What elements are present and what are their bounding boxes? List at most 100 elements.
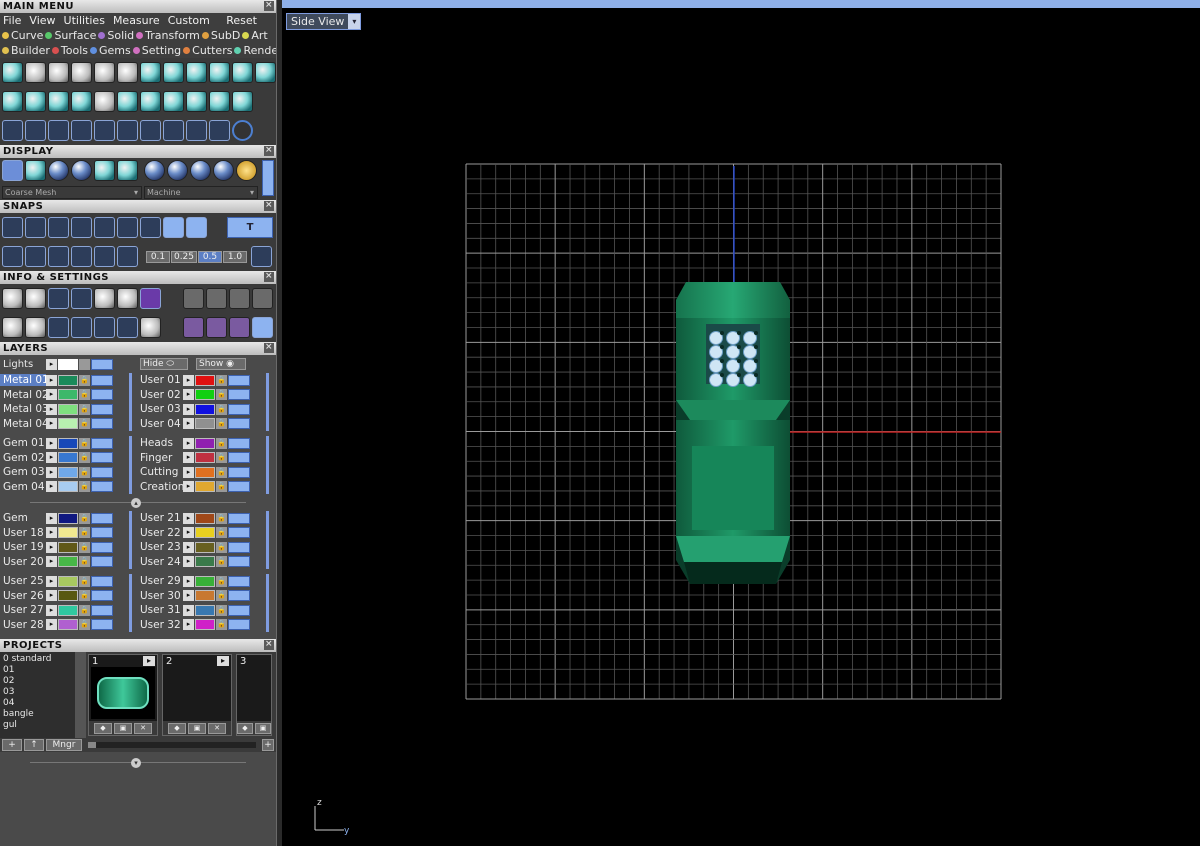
arrow-icon[interactable]: ▸ [46, 358, 57, 370]
layer-toggle[interactable] [91, 358, 113, 370]
display-toggle[interactable] [262, 160, 274, 196]
panel-divider[interactable]: ▾ [0, 758, 276, 768]
layer-color-swatch[interactable] [58, 374, 78, 386]
layer-row[interactable]: User 20 ▸ 🔒 [0, 555, 129, 570]
arrow-icon[interactable]: ▸ [46, 389, 57, 401]
layer-visibility-toggle[interactable] [228, 512, 250, 524]
sphere-icon[interactable] [71, 160, 92, 181]
snap-point-icon[interactable] [71, 217, 92, 238]
mesh-select[interactable]: Coarse Mesh [2, 186, 142, 199]
tool-icon[interactable] [232, 62, 253, 83]
category-builder[interactable]: Builder [2, 44, 50, 57]
manager-button[interactable]: Mngr [46, 739, 82, 751]
layer-visibility-toggle[interactable] [91, 541, 113, 553]
category-solid[interactable]: Solid [98, 29, 134, 42]
layer-color-swatch[interactable] [195, 418, 215, 430]
layer-visibility-toggle[interactable] [228, 481, 250, 493]
category-surface[interactable]: Surface [45, 29, 96, 42]
layer-name[interactable]: Gem 04 [0, 481, 46, 493]
layer-row[interactable]: User 28 ▸ 🔒 [0, 618, 129, 633]
grid-icon[interactable] [2, 160, 23, 181]
search-icon[interactable] [25, 288, 46, 309]
show-button[interactable]: Show ◉ [196, 358, 246, 370]
layer-visibility-toggle[interactable] [228, 389, 250, 401]
layer-name[interactable]: Gem 03 [0, 466, 46, 478]
arrow-icon[interactable]: ▸ [183, 541, 194, 553]
layer-visibility-toggle[interactable] [228, 418, 250, 430]
layer-color-swatch[interactable] [58, 512, 78, 524]
arrow-icon[interactable]: ▸ [183, 389, 194, 401]
layer-visibility-toggle[interactable] [228, 466, 250, 478]
layer-visibility-toggle[interactable] [91, 619, 113, 631]
lock-icon[interactable]: 🔒 [216, 389, 227, 401]
layer-name[interactable]: User 18 [0, 527, 46, 539]
main-menu-header[interactable]: MAIN MENU × [0, 0, 276, 13]
arrow-icon[interactable]: ▸ [183, 418, 194, 430]
lock-icon[interactable]: 🔒 [216, 374, 227, 386]
arrow-icon[interactable]: ▸ [183, 403, 194, 415]
project-list-item[interactable]: 01 [3, 665, 72, 676]
menu-utilities[interactable]: Utilities [64, 14, 105, 27]
layer-name[interactable]: Gem 01 [0, 437, 46, 449]
category-setting[interactable]: Setting [132, 44, 181, 57]
close-icon[interactable]: × [264, 640, 274, 650]
layer-visibility-toggle[interactable] [91, 575, 113, 587]
layer-name[interactable]: Heads [137, 437, 183, 449]
tool-icon[interactable] [71, 91, 92, 112]
tool-icon[interactable] [117, 120, 138, 141]
arrow-icon[interactable]: ▸ [183, 590, 194, 602]
render-tool-icon[interactable] [229, 317, 250, 338]
lock-icon[interactable]: 🔒 [216, 418, 227, 430]
tool-icon[interactable] [229, 288, 250, 309]
layer-row[interactable]: Gem 03 ▸ 🔒 [0, 465, 129, 480]
layer-color-swatch[interactable] [195, 512, 215, 524]
lock-icon[interactable]: 🔒 [79, 527, 90, 539]
layer-name[interactable]: User 21 [137, 512, 183, 524]
lock-icon[interactable]: 🔒 [216, 512, 227, 524]
layer-visibility-toggle[interactable] [228, 541, 250, 553]
gem-icon[interactable]: ◆ [237, 722, 253, 734]
sphere-icon[interactable] [48, 160, 69, 181]
snap-corner-icon[interactable] [94, 217, 115, 238]
layer-row[interactable]: User 19 ▸ 🔒 [0, 540, 129, 555]
tool-icon[interactable] [163, 120, 184, 141]
layer-name[interactable]: User 24 [137, 556, 183, 568]
arrow-icon[interactable]: ▸ [46, 418, 57, 430]
tool-icon[interactable] [117, 62, 138, 83]
render-tool-icon[interactable] [252, 317, 273, 338]
layer-color-swatch[interactable] [58, 418, 78, 430]
layer-visibility-toggle[interactable] [91, 374, 113, 386]
display-header[interactable]: DISPLAY × [0, 145, 276, 158]
book-icon[interactable] [71, 317, 92, 338]
snap-cross-icon[interactable] [48, 217, 69, 238]
lock-icon[interactable]: 🔒 [216, 527, 227, 539]
lock-icon[interactable]: 🔒 [79, 403, 90, 415]
arrow-icon[interactable]: ▸ [46, 481, 57, 493]
layer-color-swatch[interactable] [58, 403, 78, 415]
layer-row[interactable]: Finger ▸ 🔒 [137, 451, 266, 466]
lock-icon[interactable]: 🔒 [216, 604, 227, 616]
snap-toggle-icon[interactable] [163, 217, 184, 238]
gold-sphere-icon[interactable] [236, 160, 257, 181]
window-icon[interactable] [25, 317, 46, 338]
tool-icon[interactable] [209, 120, 230, 141]
arrow-icon[interactable]: ▸ [46, 403, 57, 415]
layer-color-swatch[interactable] [195, 481, 215, 493]
project-thumbnail[interactable] [91, 667, 155, 719]
layer-color-swatch[interactable] [58, 452, 78, 464]
project-list-item[interactable]: 02 [3, 676, 72, 687]
material-sphere-icon[interactable] [144, 160, 165, 181]
project-slot[interactable]: 1 ▸ ◆ ▣ ✕ [88, 654, 158, 736]
tool-icon[interactable] [2, 91, 23, 112]
layer-visibility-toggle[interactable] [228, 374, 250, 386]
snap-value-1.0[interactable]: 1.0 [223, 250, 247, 263]
layer-row[interactable]: Cutting ▸ 🔒 [137, 465, 266, 480]
arrow-icon[interactable]: ▸ [183, 466, 194, 478]
close-icon[interactable]: × [264, 201, 274, 211]
lock-icon[interactable]: 🔒 [79, 619, 90, 631]
lock-icon[interactable]: 🔒 [79, 374, 90, 386]
layer-name[interactable]: Gem [0, 512, 46, 524]
layer-color-swatch[interactable] [195, 590, 215, 602]
layer-color-swatch[interactable] [58, 575, 78, 587]
layer-visibility-toggle[interactable] [91, 512, 113, 524]
